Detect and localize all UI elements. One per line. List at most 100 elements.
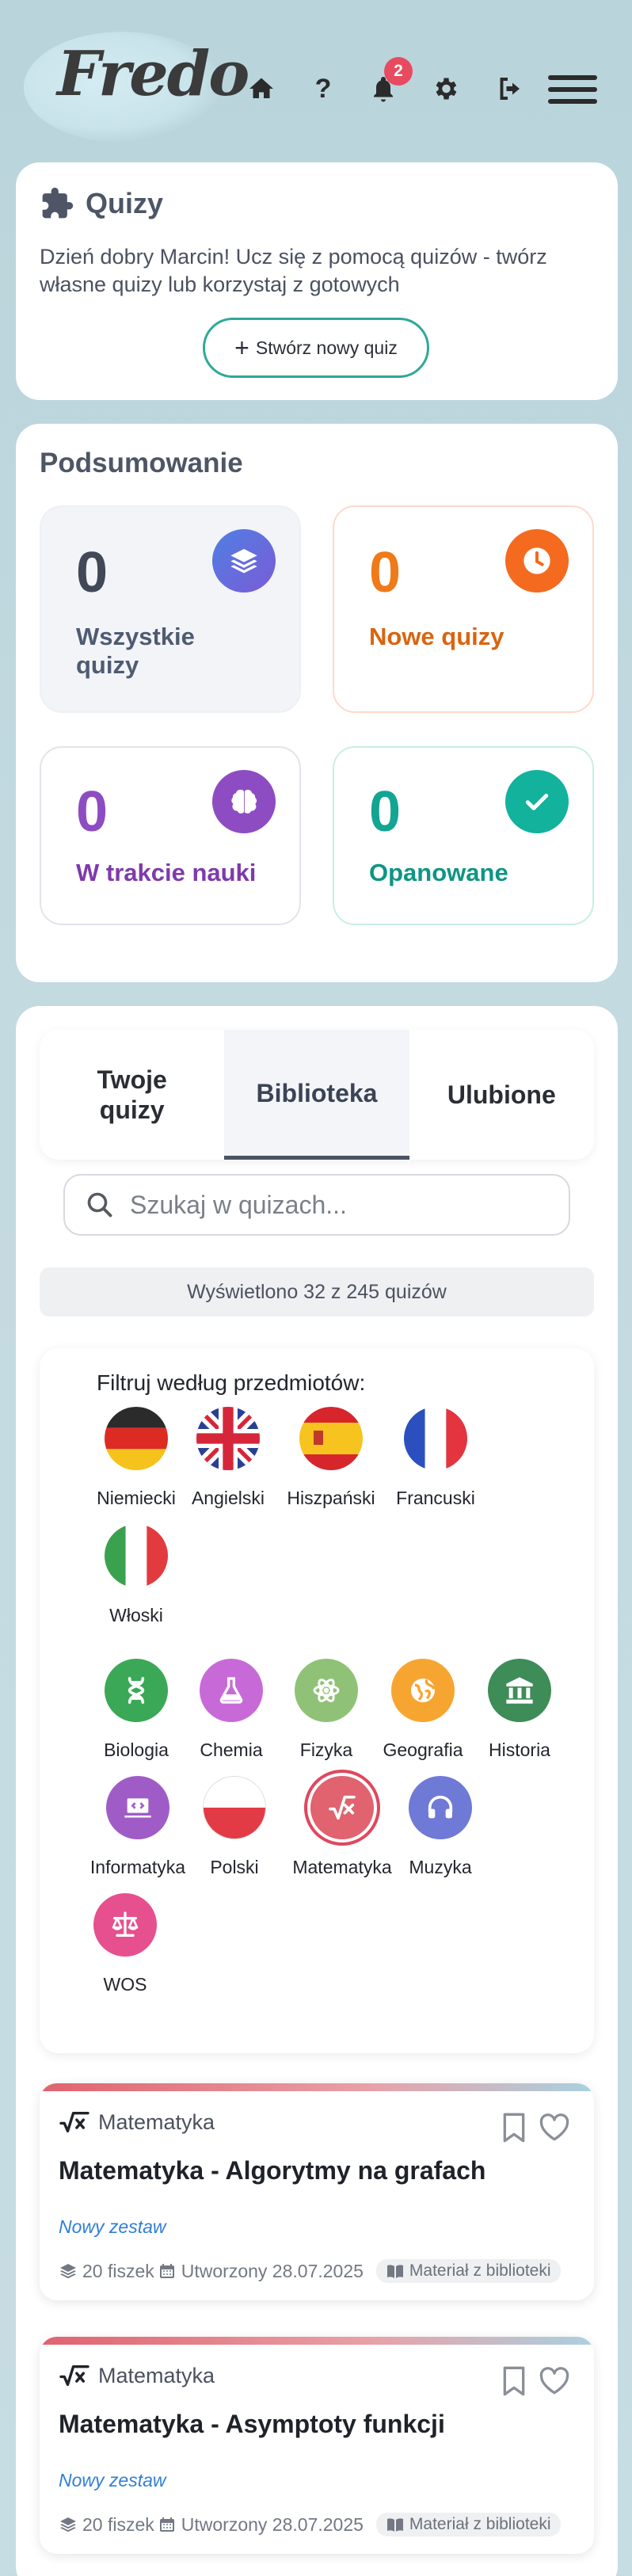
filter-geography[interactable]: Geografia [367, 1659, 478, 1761]
quiz-meta: 20 fiszek Utworzony 28.07.2025 Materiał … [59, 2513, 561, 2536]
globe-icon [391, 1659, 455, 1722]
tab-your-quizzes[interactable]: Twoje quizy [40, 1030, 224, 1160]
search-input[interactable] [130, 1190, 558, 1220]
notification-badge: 2 [384, 57, 413, 86]
quiz-subject: Matematyka [59, 2109, 215, 2136]
book-open-icon [386, 2518, 403, 2532]
tab-library[interactable]: Biblioteka [224, 1030, 409, 1160]
brain-icon [212, 770, 276, 833]
landmark-icon [488, 1659, 551, 1722]
hamburger-menu-icon[interactable] [548, 71, 597, 112]
quiz-status: Nowy zestaw [59, 2216, 166, 2237]
flag-fr-icon [404, 1407, 467, 1470]
logout-icon[interactable] [493, 71, 527, 106]
filter-computer-science[interactable]: Informatyka [82, 1776, 193, 1878]
filter-physics[interactable]: Fizyka [271, 1659, 382, 1761]
create-quiz-button[interactable]: + Stwórz nowy quiz [203, 318, 429, 378]
created-date: Utworzony 28.07.2025 [181, 2513, 364, 2535]
atom-icon [295, 1659, 358, 1722]
filter-music[interactable]: Muzyka [385, 1776, 496, 1878]
filter-civics[interactable]: WOS [70, 1893, 181, 1995]
calendar-icon [159, 2264, 174, 2278]
quiz-title[interactable]: Matematyka - Algorytmy na grafach [59, 2156, 485, 2185]
layers-icon [212, 529, 276, 593]
headphones-icon [409, 1776, 472, 1839]
filter-title: Filtruj według przedmiotów: [97, 1370, 366, 1395]
filter-label: Historia [489, 1740, 550, 1760]
search-box [63, 1174, 570, 1236]
filter-english[interactable]: Angielski [173, 1407, 284, 1509]
quiz-card[interactable]: Matematyka Matematyka - Asymptoty funkcj… [40, 2337, 594, 2554]
stat-label: W trakcie nauki [76, 859, 257, 886]
quiz-meta: 20 fiszek Utworzony 28.07.2025 Materiał … [59, 2259, 561, 2283]
library-badge: Materiał z biblioteki [375, 2513, 561, 2536]
filter-french[interactable]: Francuski [380, 1407, 491, 1509]
filter-label: Matematyka [292, 1857, 392, 1877]
results-count: Wyświetlono 32 z 245 quizów [40, 1267, 594, 1317]
help-icon[interactable]: ? [306, 71, 341, 106]
bookmark-icon[interactable] [501, 2365, 527, 2397]
filter-label: Fizyka [299, 1740, 353, 1760]
stat-mastered[interactable]: 0 Opanowane [333, 746, 594, 925]
flag-de-icon [105, 1407, 168, 1470]
page-title: Quizy [86, 187, 164, 219]
quiz-subject-label: Matematyka [98, 2363, 215, 2387]
flashcard-count: 20 fiszek [82, 2260, 154, 2281]
square-root-icon [59, 2111, 89, 2133]
stat-label: Opanowane [369, 859, 508, 886]
flag-es-icon [299, 1407, 363, 1470]
plus-icon: + [234, 333, 249, 362]
filter-history[interactable]: Historia [464, 1659, 575, 1761]
filter-label: Francuski [396, 1488, 475, 1508]
heart-icon[interactable] [539, 2113, 570, 2142]
stat-in-progress[interactable]: 0 W trakcie nauki [40, 746, 301, 925]
filter-label: Informatyka [89, 1857, 186, 1877]
quiz-subject: Matematyka [59, 2362, 215, 2389]
stat-new-quizzes[interactable]: 0 Nowe quizy [333, 505, 594, 713]
subject-filter: Filtruj według przedmiotów: Niemiecki An… [40, 1348, 594, 2053]
dna-icon [105, 1659, 168, 1722]
library-badge-label: Materiał z biblioteki [409, 2262, 551, 2280]
tab-favorites[interactable]: Ulubione [409, 1030, 594, 1160]
check-icon [505, 770, 569, 833]
app-logo[interactable]: Fredo [57, 38, 249, 110]
quiz-tabs: Twoje quizy Biblioteka Ulubione [40, 1030, 594, 1160]
flag-gb-icon [196, 1407, 260, 1470]
filter-mathematics[interactable]: Matematyka [287, 1776, 398, 1878]
filter-label: Geografia [383, 1740, 463, 1760]
quiz-card[interactable]: Matematyka Matematyka - Algorytmy na gra… [40, 2083, 594, 2300]
layers-icon [60, 2264, 76, 2279]
laptop-code-icon [106, 1776, 169, 1839]
summary-title: Podsumowanie [40, 448, 243, 478]
filter-label: Biologia [104, 1740, 169, 1760]
filter-chemistry[interactable]: Chemia [176, 1659, 287, 1761]
filter-biology[interactable]: Biologia [81, 1659, 192, 1761]
filter-italian[interactable]: Włoski [81, 1524, 192, 1626]
quiz-status: Nowy zestaw [59, 2470, 166, 2490]
home-icon[interactable] [244, 71, 279, 106]
quiz-subject-label: Matematyka [98, 2109, 215, 2134]
created-date: Utworzony 28.07.2025 [181, 2260, 364, 2281]
filter-label: Polski [210, 1857, 259, 1877]
clock-icon [505, 529, 569, 593]
stat-label: Wszystkie quizy [76, 623, 195, 679]
heart-icon[interactable] [539, 2367, 570, 2395]
calendar-icon [159, 2517, 174, 2532]
tab-label: Twoje quizy [97, 1065, 167, 1124]
filter-spanish[interactable]: Hiszpański [276, 1407, 386, 1509]
gear-icon[interactable] [428, 71, 463, 106]
library-badge: Materiał z biblioteki [375, 2259, 561, 2283]
stat-all-quizzes[interactable]: 0 Wszystkie quizy [40, 505, 301, 713]
square-root-icon [310, 1776, 374, 1839]
scale-icon [93, 1893, 157, 1957]
stat-value: 0 [76, 541, 109, 604]
quiz-title[interactable]: Matematyka - Asymptoty funkcji [59, 2410, 445, 2439]
bookmark-icon[interactable] [501, 2112, 527, 2143]
search-icon [87, 1192, 112, 1218]
filter-polish[interactable]: Polski [179, 1776, 290, 1878]
filter-label: Angielski [191, 1488, 265, 1508]
tab-label: Ulubione [447, 1080, 556, 1109]
tab-label: Biblioteka [256, 1078, 378, 1107]
stat-value: 0 [76, 780, 109, 844]
filter-label: Muzyka [409, 1857, 472, 1877]
